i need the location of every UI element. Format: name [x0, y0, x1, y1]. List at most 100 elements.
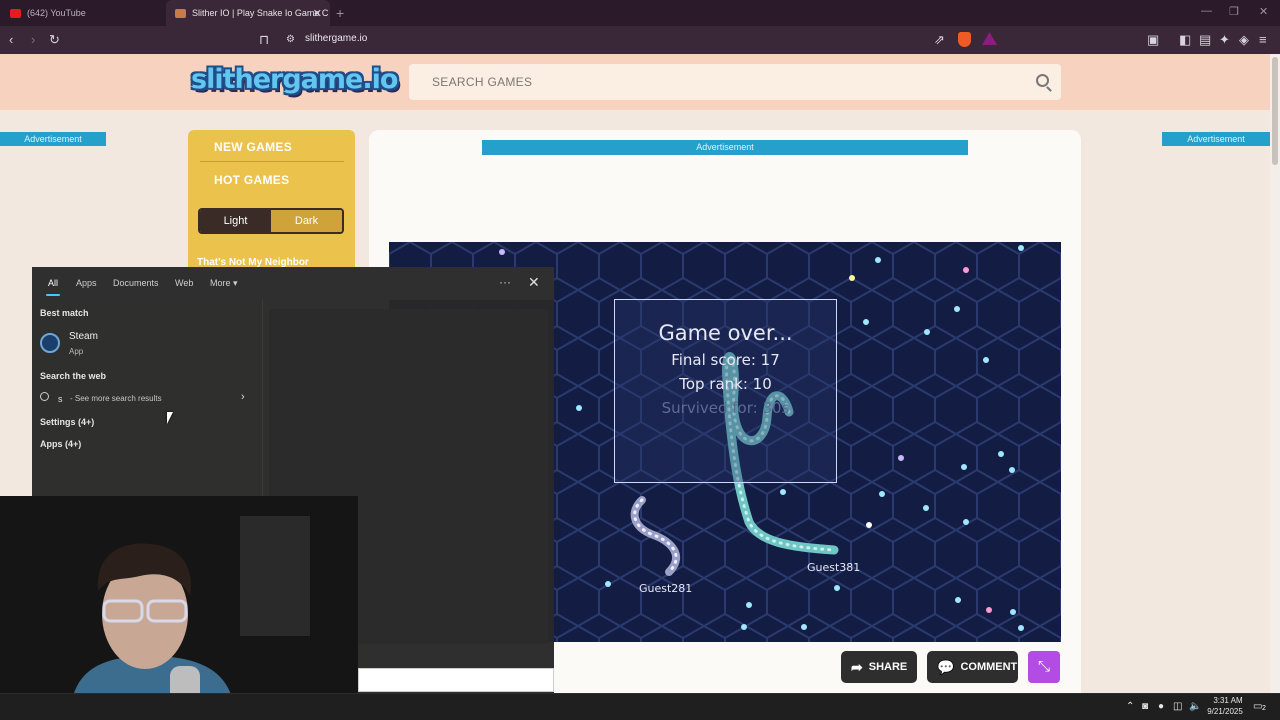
tab-search-icon[interactable]: ▣	[1147, 31, 1159, 49]
top-rank: Top rank: 10	[679, 375, 772, 393]
steam-icon[interactable]	[40, 333, 60, 353]
food-pellet	[576, 405, 582, 411]
bookmark-icon[interactable]: ⊓	[259, 31, 269, 49]
food-pellet	[499, 249, 505, 255]
food-pellet	[986, 607, 992, 613]
search-filter-tabs: All Apps Documents Web More ▾ ··· ✕	[32, 267, 554, 300]
food-pellet	[1009, 467, 1015, 473]
food-pellet	[780, 489, 786, 495]
browser-tab-strip: (642) YouTube Slither IO | Play Snake Io…	[0, 0, 1280, 26]
chevron-right-icon: ›	[241, 391, 245, 403]
food-pellet	[998, 451, 1004, 457]
advertisement-top: Advertisement	[482, 140, 968, 155]
wallet-icon[interactable]: ▤	[1199, 31, 1211, 49]
food-pellet	[746, 602, 752, 608]
camera-icon[interactable]: ◙	[1142, 701, 1148, 712]
filter-tab-all[interactable]: All	[48, 278, 58, 288]
food-pellet	[923, 505, 929, 511]
back-icon[interactable]: ‹	[9, 31, 13, 49]
food-pellet	[879, 491, 885, 497]
clock-date[interactable]: 9/21/2025	[1203, 707, 1247, 716]
forward-icon[interactable]: ›	[31, 31, 35, 49]
search-games-input[interactable]	[432, 73, 1012, 91]
food-pellet	[863, 319, 869, 325]
food-pellet	[875, 257, 881, 263]
filter-tab-apps[interactable]: Apps	[76, 278, 97, 288]
food-pellet	[605, 581, 611, 587]
browser-toolbar: ‹ › ↻ ⊓ ⚙ slithergame.io ⇗ 1 ▣ ◧ ▤ ✦ ◈ ≡	[0, 26, 1280, 67]
player-name: Guest381	[807, 561, 861, 574]
share-page-icon[interactable]: ⇗	[934, 31, 945, 49]
page-scrollbar[interactable]	[1270, 54, 1280, 693]
volume-icon[interactable]: 🔈	[1189, 701, 1201, 712]
close-tab-icon[interactable]: ✕	[313, 7, 322, 20]
nav-hot-games[interactable]: HOT GAMES	[214, 173, 289, 187]
tab-youtube[interactable]: (642) YouTube	[10, 0, 160, 26]
apps-results[interactable]: Apps (4+)	[40, 439, 81, 449]
comment-button[interactable]: 💬 COMMENT	[927, 651, 1018, 683]
new-tab-button[interactable]: +	[336, 5, 344, 21]
theme-dark-button[interactable]: Dark	[271, 210, 342, 232]
food-pellet	[924, 329, 930, 335]
best-match-name[interactable]: Steam	[69, 331, 98, 342]
theme-light-button[interactable]: Light	[200, 210, 271, 232]
food-pellet	[1018, 625, 1024, 631]
food-pellet	[1010, 609, 1016, 615]
vpn-icon[interactable]: ◈	[1239, 31, 1249, 49]
filter-tab-documents[interactable]: Documents	[113, 278, 159, 288]
fullscreen-button[interactable]: ⤡	[1028, 651, 1060, 683]
menu-icon[interactable]: ≡	[1259, 31, 1267, 49]
leo-ai-icon[interactable]: ✦	[1219, 31, 1230, 49]
clock-time[interactable]: 3:31 AM	[1208, 696, 1248, 705]
filter-tab-web[interactable]: Web	[175, 278, 193, 288]
reload-icon[interactable]: ↻	[49, 31, 60, 49]
windows-taskbar: ⌃ ◙ ● ◫ 🔈 3:31 AM 9/21/2025 ▭ 2	[0, 693, 1280, 720]
advertisement-left: Advertisement	[0, 132, 106, 146]
brave-shield-icon[interactable]	[958, 32, 971, 47]
game-over-dialog: Game over... Final score: 17 Top rank: 1…	[614, 299, 837, 483]
nav-new-games[interactable]: NEW GAMES	[214, 140, 292, 154]
fullscreen-icon: ⤡	[1037, 658, 1050, 675]
minimize-window-icon[interactable]: —	[1201, 5, 1212, 17]
comment-icon: 💬	[937, 658, 955, 675]
food-pellet	[849, 275, 855, 281]
comment-label: COMMENT	[960, 661, 1018, 673]
search-icon[interactable]	[1036, 74, 1049, 87]
scrollbar-thumb[interactable]	[1272, 57, 1278, 165]
share-button[interactable]: ➦ SHARE	[841, 651, 917, 683]
food-pellet	[1018, 245, 1024, 251]
food-pellet	[898, 455, 904, 461]
search-icon	[40, 392, 49, 401]
site-info-icon[interactable]: ⚙	[286, 31, 295, 49]
close-icon[interactable]: ✕	[528, 274, 540, 291]
network-icon[interactable]: ◫	[1173, 701, 1182, 712]
address-bar[interactable]: slithergame.io	[305, 33, 367, 44]
food-pellet	[963, 267, 969, 273]
tab-label: (642) YouTube	[27, 8, 86, 18]
blank-strip	[358, 668, 554, 692]
more-label: More	[210, 278, 231, 288]
sidebar-toggle-icon[interactable]: ◧	[1179, 31, 1191, 49]
microphone-icon[interactable]: ●	[1158, 701, 1164, 712]
close-window-icon[interactable]: ✕	[1259, 5, 1268, 18]
filter-tab-more[interactable]: More ▾	[210, 278, 238, 289]
web-more-text: - See more search results	[70, 394, 162, 403]
best-match-type: App	[69, 347, 84, 356]
share-label: SHARE	[868, 661, 908, 673]
web-query: s	[58, 394, 63, 404]
food-pellet	[801, 624, 807, 630]
food-pellet	[963, 519, 969, 525]
brave-rewards-icon[interactable]	[982, 32, 997, 45]
more-options-icon[interactable]: ···	[499, 275, 511, 289]
site-logo[interactable]: slithergame.io	[191, 64, 398, 95]
chevron-up-icon[interactable]: ⌃	[1126, 701, 1134, 712]
share-icon: ➦	[851, 658, 863, 675]
settings-results[interactable]: Settings (4+)	[40, 417, 94, 427]
maximize-window-icon[interactable]: ❐	[1229, 5, 1239, 18]
tab-slithergame[interactable]: Slither IO | Play Snake Io Game C ✕	[166, 0, 330, 26]
web-search-result[interactable]: s - See more search results ›	[40, 391, 254, 407]
game-over-title: Game over...	[658, 321, 793, 345]
youtube-icon	[10, 8, 21, 18]
food-pellet	[741, 624, 747, 630]
active-tab-indicator	[46, 294, 60, 296]
